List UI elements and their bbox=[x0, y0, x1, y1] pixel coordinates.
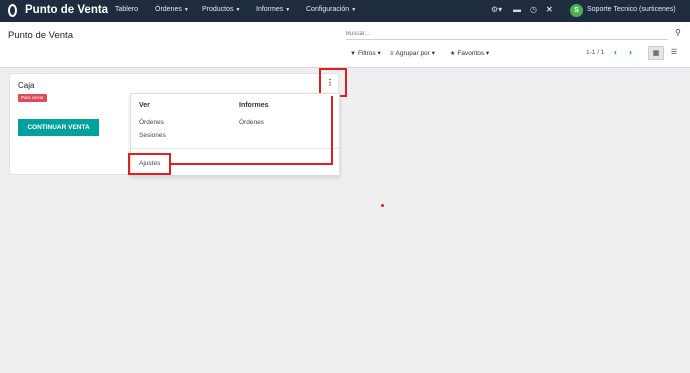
cursor-dot bbox=[381, 204, 384, 207]
close-icon[interactable]: ✕ bbox=[546, 5, 553, 14]
menu-productos[interactable]: Productos ▼ bbox=[202, 6, 240, 13]
reports-orders-link[interactable]: Órdenes bbox=[239, 119, 264, 126]
caret-down-icon: ▼ bbox=[183, 7, 189, 13]
view-orders-link[interactable]: Órdenes bbox=[139, 119, 164, 126]
view-section-header: Ver bbox=[139, 102, 150, 109]
user-menu[interactable]: Soporte Tecnico (surticenes) bbox=[587, 6, 676, 13]
top-navbar: Punto de Venta Tablero Órdenes ▼ Producto… bbox=[0, 0, 690, 22]
caret-down-icon: ▼ bbox=[235, 7, 241, 13]
continue-sale-button[interactable]: CONTINUAR VENTA bbox=[18, 119, 99, 136]
highlight-connector-horizontal bbox=[171, 163, 333, 165]
highlight-box-settings bbox=[128, 153, 171, 175]
menu-label: Órdenes bbox=[155, 6, 182, 13]
filter-icon: ▼ bbox=[350, 51, 356, 57]
menu-label: Informes bbox=[256, 6, 284, 13]
view-sessions-link[interactable]: Sesiones bbox=[139, 132, 166, 139]
group-by-button[interactable]: ≡ Agrupar por ▾ bbox=[390, 49, 435, 57]
highlight-connector-vertical bbox=[331, 96, 333, 164]
kanban-view-icon[interactable]: ▦ bbox=[648, 46, 664, 60]
group-icon: ≡ bbox=[390, 51, 394, 57]
search-icon[interactable]: ⚲ bbox=[675, 28, 681, 37]
control-panel: Punto de Venta ⚲ ▼Filtros ▾ ≡Agrupar por… bbox=[0, 22, 690, 68]
group-by-label: Agrupar por bbox=[395, 50, 430, 57]
status-badge: Para cerrar bbox=[18, 94, 47, 102]
app-title[interactable]: Punto de Venta bbox=[25, 4, 108, 16]
chat-icon[interactable]: ▬ bbox=[513, 5, 521, 14]
breadcrumb: Punto de Venta bbox=[8, 30, 73, 41]
clock-icon[interactable]: ◷ bbox=[530, 5, 537, 14]
caret-down-icon: ▼ bbox=[351, 7, 357, 13]
menu-ordenes[interactable]: Órdenes ▼ bbox=[155, 6, 189, 13]
star-icon: ★ bbox=[450, 51, 456, 57]
menu-label: Tablero bbox=[115, 6, 138, 13]
filters-label: Filtros bbox=[357, 50, 376, 57]
menu-informes[interactable]: Informes ▼ bbox=[256, 6, 290, 13]
filters-button[interactable]: ▼ Filtros ▾ bbox=[350, 49, 381, 57]
odoo-logo-icon[interactable] bbox=[8, 4, 17, 17]
menu-label: Productos bbox=[202, 6, 234, 13]
list-view-icon[interactable]: ☰ bbox=[666, 46, 682, 60]
bug-icon[interactable]: ⚙▾ bbox=[491, 5, 502, 14]
chevron-left-icon[interactable]: ‹ bbox=[614, 47, 617, 57]
card-title: Caja bbox=[18, 81, 35, 90]
favorites-button[interactable]: ★ Favoritos ▾ bbox=[450, 49, 489, 57]
dropdown-divider bbox=[132, 148, 339, 149]
search-input[interactable] bbox=[346, 28, 668, 40]
avatar[interactable]: S bbox=[570, 4, 583, 17]
chevron-right-icon[interactable]: › bbox=[629, 47, 632, 57]
favorites-label: Favoritos bbox=[457, 50, 485, 57]
menu-configuracion[interactable]: Configuración ▼ bbox=[306, 6, 356, 13]
menu-tablero[interactable]: Tablero bbox=[115, 6, 138, 13]
caret-down-icon: ▼ bbox=[285, 7, 291, 13]
pager-value[interactable]: 1-1 / 1 bbox=[586, 49, 604, 56]
menu-label: Configuración bbox=[306, 6, 350, 13]
reports-section-header: Informes bbox=[239, 102, 269, 109]
